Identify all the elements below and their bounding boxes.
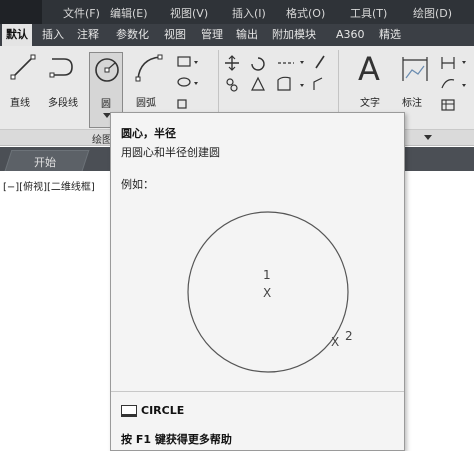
text-label: 文字 [360, 98, 380, 109]
tab-parametric[interactable]: 参数化 [112, 24, 153, 46]
tooltip-help-text: 按 F1 键获得更多帮助 [121, 433, 232, 446]
circle-example-figure: 1 X X 2 [187, 211, 353, 373]
tab-insert[interactable]: 插入 [38, 24, 68, 46]
center-point-marker: X [263, 286, 271, 300]
dimension-label: 标注 [402, 98, 422, 109]
ribbon-separator [338, 50, 339, 112]
tab-output[interactable]: 输出 [232, 24, 262, 46]
menu-draw[interactable]: 绘图(D) [413, 5, 452, 21]
tab-annotate[interactable]: 注释 [73, 24, 103, 46]
file-tab-start-label: 开始 [34, 156, 56, 169]
tab-view[interactable]: 视图 [160, 24, 190, 46]
ribbon-separator [218, 50, 219, 112]
application-menu-button[interactable] [0, 0, 42, 24]
tab-addins[interactable]: 附加模块 [268, 24, 320, 46]
ribbon-tab-bar: 默认 插入 注释 参数化 视图 管理 输出 附加模块 A360 精选 [0, 24, 474, 46]
radius-point-number: 2 [345, 329, 353, 343]
tab-featured[interactable]: 精选 [375, 24, 405, 46]
menu-format[interactable]: 格式(O) [286, 5, 325, 21]
tab-default[interactable]: 默认 [2, 24, 32, 46]
menu-bar: 文件(F) 编辑(E) 视图(V) 插入(I) 格式(O) 工具(T) 绘图(D… [0, 0, 474, 24]
menu-tools[interactable]: 工具(T) [350, 5, 387, 21]
arc-icon[interactable] [134, 54, 164, 82]
circle-label: 圆 [101, 99, 111, 110]
circle-icon [95, 58, 119, 82]
viewport-controls[interactable]: [−][俯视][二维线框] [3, 178, 95, 193]
menu-edit[interactable]: 编辑(E) [110, 5, 148, 21]
tooltip-description: 用圆心和半径创建圆 [121, 146, 220, 159]
menu-view[interactable]: 视图(V) [170, 5, 208, 21]
tooltip-divider [111, 391, 404, 392]
draw-panel-label[interactable]: 绘图 [92, 131, 112, 146]
autocad-window: 文件(F) 编辑(E) 视图(V) 插入(I) 格式(O) 工具(T) 绘图(D… [0, 0, 474, 451]
menu-insert[interactable]: 插入(I) [232, 5, 266, 21]
text-icon[interactable]: A [358, 50, 380, 88]
radius-point-marker: X [331, 335, 339, 349]
tooltip-title: 圆心，半径 [121, 127, 176, 140]
polyline-label: 多段线 [48, 98, 78, 109]
tab-a360[interactable]: A360 [332, 24, 369, 46]
dimension-icon[interactable] [400, 54, 430, 84]
arc-label: 圆弧 [136, 98, 156, 109]
line-icon[interactable] [10, 54, 36, 80]
draw-tools-icon[interactable] [176, 54, 214, 114]
tooltip-command-name: CIRCLE [141, 404, 185, 417]
menu-file[interactable]: 文件(F) [63, 5, 100, 21]
tooltip-panel: 圆心，半径 用圆心和半径创建圆 例如： 1 X X 2 CIRCLE 按 F1 … [110, 112, 405, 451]
command-icon [121, 405, 137, 417]
panel-expand-icon[interactable] [424, 135, 432, 141]
center-point-number: 1 [263, 268, 271, 282]
modify-tools-icon[interactable] [224, 54, 328, 114]
tab-manage[interactable]: 管理 [197, 24, 227, 46]
line-label: 直线 [10, 98, 30, 109]
tooltip-example-label: 例如： [121, 178, 154, 191]
annotation-tools-icon[interactable] [440, 54, 472, 114]
polyline-icon[interactable] [48, 54, 78, 80]
